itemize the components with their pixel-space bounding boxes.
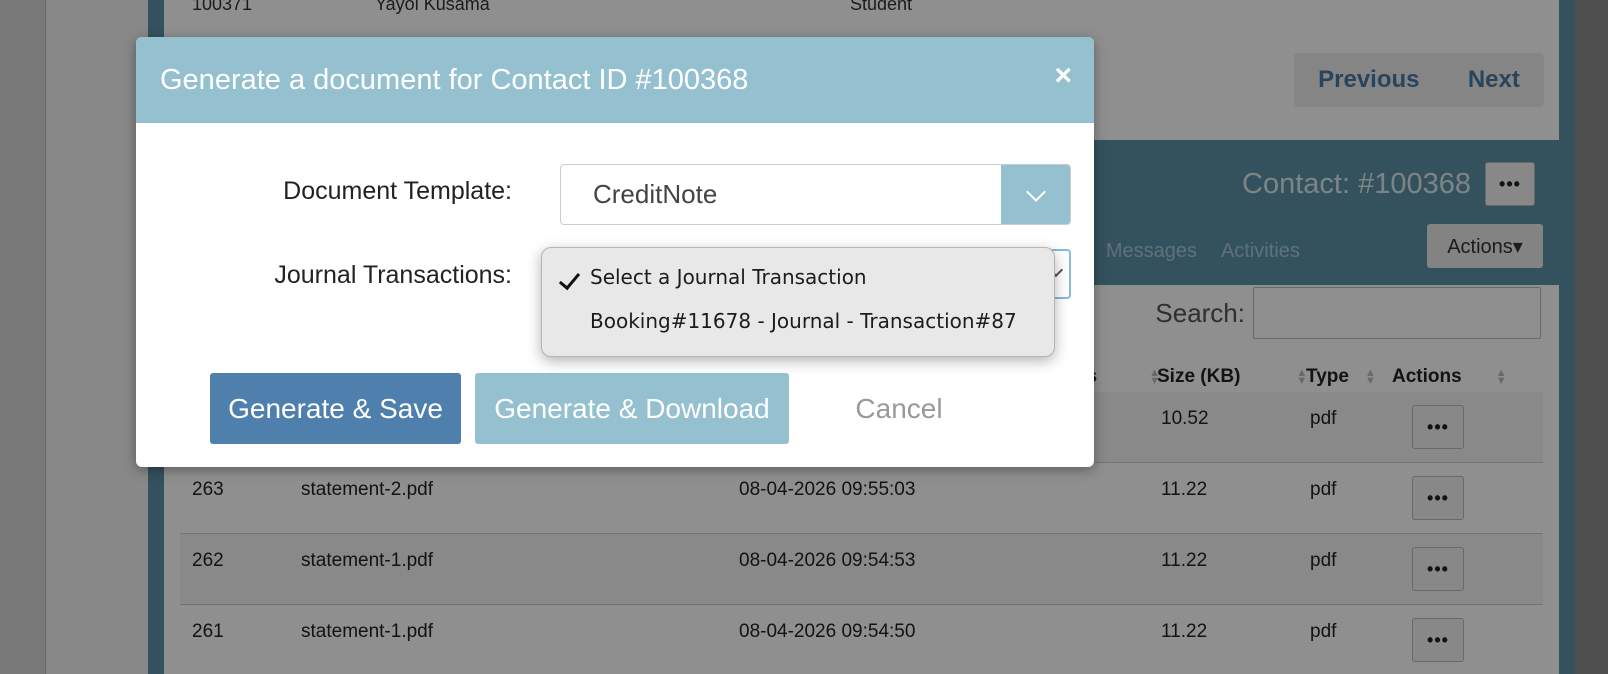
checkmark-icon [558, 267, 581, 291]
modal-title: Generate a document for Contact ID #1003… [160, 63, 749, 96]
modal-header: Generate a document for Contact ID #1003… [136, 37, 1094, 123]
journal-transactions-label: Journal Transactions: [274, 261, 512, 289]
generate-download-button[interactable]: Generate & Download [475, 373, 789, 444]
dropdown-option-booking[interactable]: Booking#11678 - Journal - Transaction#87 [590, 309, 1017, 333]
cancel-button[interactable]: Cancel [804, 373, 994, 444]
generate-save-button[interactable]: Generate & Save [210, 373, 461, 444]
document-template-label: Document Template: [283, 177, 512, 205]
dropdown-option-select-journal[interactable]: Select a Journal Transaction [590, 265, 867, 289]
dropdown-toggle[interactable] [1001, 165, 1070, 224]
document-template-value: CreditNote [593, 179, 718, 209]
chevron-down-icon [1025, 181, 1046, 202]
document-template-select[interactable]: CreditNote [560, 164, 1071, 225]
journal-transactions-dropdown: Select a Journal Transaction Booking#116… [541, 247, 1055, 357]
close-icon[interactable]: × [1054, 59, 1072, 93]
